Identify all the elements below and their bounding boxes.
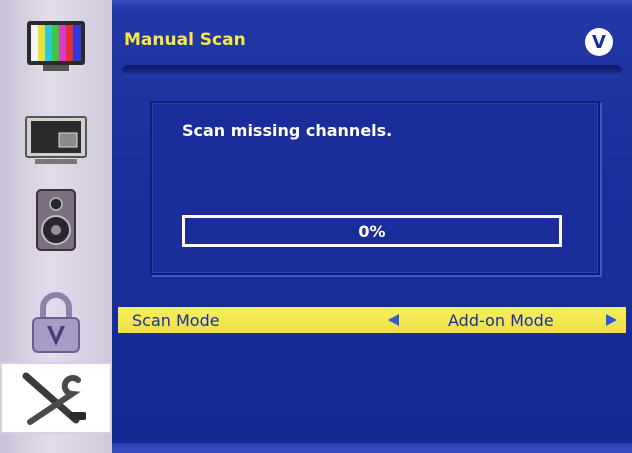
scan-mode-label: Scan Mode	[132, 310, 220, 330]
page-title: Manual Scan	[124, 30, 246, 50]
lock-icon	[32, 292, 80, 353]
scan-mode-row[interactable]: Scan Mode Add-on Mode	[118, 307, 626, 333]
scan-progress-bar: 0%	[182, 215, 562, 247]
picture-icon	[27, 21, 85, 71]
sidebar	[0, 0, 112, 453]
sidebar-item-audio[interactable]	[0, 180, 112, 262]
arrow-right-icon[interactable]	[606, 314, 617, 326]
progress-percent: 0%	[358, 221, 386, 241]
sidebar-item-lock[interactable]	[0, 282, 112, 364]
sidebar-item-setup[interactable]	[0, 362, 112, 434]
scan-mode-value: Add-on Mode	[448, 310, 554, 330]
tools-icon	[22, 372, 86, 425]
vizio-logo-icon: V	[585, 28, 613, 56]
screen-icon	[25, 116, 87, 164]
title-divider	[122, 65, 622, 77]
scan-message: Scan missing channels.	[182, 121, 393, 140]
sidebar-item-picture[interactable]	[0, 6, 112, 88]
bottom-border	[112, 443, 632, 453]
sidebar-item-screen[interactable]	[0, 98, 112, 180]
speaker-icon	[36, 189, 76, 251]
menu-panel: Manual Scan V Scan missing channels. 0% …	[112, 0, 632, 453]
scan-status-box: Scan missing channels. 0%	[150, 101, 600, 275]
arrow-left-icon[interactable]	[388, 314, 399, 326]
top-border	[112, 0, 632, 8]
